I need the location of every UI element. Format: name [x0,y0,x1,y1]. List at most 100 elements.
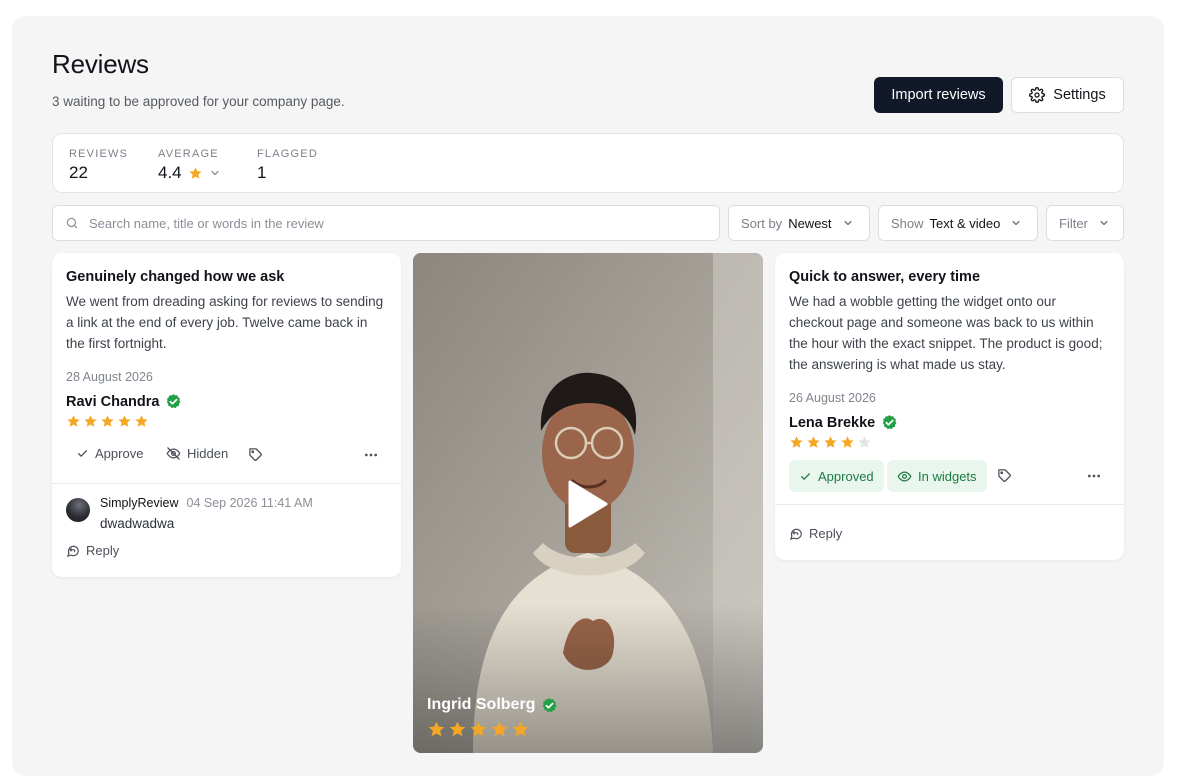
star-icon [189,166,202,179]
verified-icon [167,394,181,409]
import-reviews-button[interactable]: Import reviews [874,77,1003,113]
reply-icon [790,528,802,540]
video-reviewer: Ingrid Solberg [427,696,558,714]
gear-icon [1029,87,1046,103]
review-body: We went from dreading asking for reviews… [66,294,384,351]
filter-label: Filter [1059,215,1088,231]
reply-label: Reply [809,526,843,541]
comment-time: 04 Sep 2026 11:41 AM [186,496,313,510]
star-icon [840,435,855,455]
chevron-down-icon [843,220,852,226]
approve-button[interactable]: Approve [76,446,143,461]
reviewer: Lena Brekke [789,414,898,431]
stat-value: 4.4 [158,163,182,182]
star-icon [789,435,804,455]
comment-header: SimplyReview 04 Sep 2026 11:41 AM [100,496,313,510]
more-icon[interactable] [363,447,379,463]
review-date: 28 August 2026 [66,370,153,384]
chevron-down-icon [1012,220,1020,226]
chevron-down-icon [1100,220,1108,226]
chevron-down-icon [211,170,219,176]
reply-button[interactable]: Reply [66,543,119,558]
star-icon [427,720,446,744]
review-title: Quick to answer, every time [789,269,981,285]
reply-label: Reply [86,543,120,558]
more-icon[interactable] [1086,468,1102,484]
review-card: Quick to answer, every time We had a wob… [775,253,1124,560]
stat-label: FLAGGED [257,148,318,160]
verified-icon [883,415,897,430]
review-body: We had a wobble getting the widget onto … [789,294,1103,372]
sort-value: Newest [788,215,832,231]
eye-off-icon [166,447,181,460]
sort-dropdown[interactable]: Sort by Newest [728,205,870,241]
star-icon [83,414,98,434]
sort-key: Sort by [741,215,783,231]
tag-icon[interactable] [248,447,263,462]
check-icon [801,472,810,480]
settings-label: Settings [1053,87,1106,103]
reviewer: Ravi Chandra [66,393,182,410]
star-icon [448,720,467,744]
review-title: Genuinely changed how we ask [66,269,285,285]
divider [775,504,1124,505]
filter-dropdown[interactable]: Filter [1046,205,1124,241]
star-icon [66,414,81,434]
approved-label: Approved [818,468,874,484]
search-box[interactable] [52,205,720,241]
star-icon [857,435,872,455]
star-rating [66,414,149,434]
reviewer-name: Ingrid Solberg [427,696,536,713]
stat-label: AVERAGE [158,148,219,160]
star-rating [427,720,530,744]
verified-icon [543,697,557,712]
star-icon [823,435,838,455]
search-icon [66,217,78,229]
stat-label: REVIEWS [69,148,129,160]
review-card: Genuinely changed how we ask We went fro… [52,253,401,577]
page-title: Reviews [52,49,149,79]
check-icon [78,450,87,457]
star-icon [490,720,509,744]
reviews-panel: Reviews 3 waiting to be approved for you… [12,16,1164,776]
star-icon [511,720,530,744]
divider [52,483,401,484]
star-rating [789,435,872,455]
show-value: Text & video [929,215,1001,231]
star-icon [117,414,132,434]
stat-value: 1 [257,163,267,182]
hidden-toggle[interactable]: Hidden [166,446,228,461]
reviewer-name: Ravi Chandra [66,393,160,410]
avatar [66,498,90,522]
star-icon [806,435,821,455]
eye-icon [897,471,912,481]
play-icon[interactable] [568,480,608,528]
stat-flagged: FLAGGED 1 [257,148,318,183]
in-widgets-label: In widgets [918,468,977,484]
comment-text: dwadwadwa [100,516,175,531]
star-icon [134,414,149,434]
stat-average[interactable]: AVERAGE 4.4 [158,148,221,183]
tag-icon[interactable] [997,468,1012,483]
in-widgets-toggle[interactable]: In widgets [887,460,987,492]
video-review-card[interactable]: Ingrid Solberg [413,253,763,753]
stats-bar: REVIEWS 22 AVERAGE 4.4 FLAGGED 1 [52,133,1124,193]
stat-value: 22 [69,163,88,182]
show-key: Show [891,215,924,231]
reviewer-name: Lena Brekke [789,414,876,431]
hidden-label: Hidden [187,446,229,461]
settings-button[interactable]: Settings [1011,77,1124,113]
reply-icon [67,545,79,557]
comment-author: SimplyReview [100,496,179,510]
review-date: 26 August 2026 [789,391,876,405]
star-icon [100,414,115,434]
reply-button[interactable]: Reply [789,526,842,541]
import-reviews-label: Import reviews [891,87,986,103]
show-dropdown[interactable]: Show Text & video [878,205,1038,241]
approved-toggle[interactable]: Approved [789,460,884,492]
stat-reviews: REVIEWS 22 [69,148,128,183]
search-input[interactable] [89,215,689,231]
approve-label: Approve [95,446,144,461]
star-icon [469,720,488,744]
page-subtitle: 3 waiting to be approved for your compan… [52,94,345,109]
